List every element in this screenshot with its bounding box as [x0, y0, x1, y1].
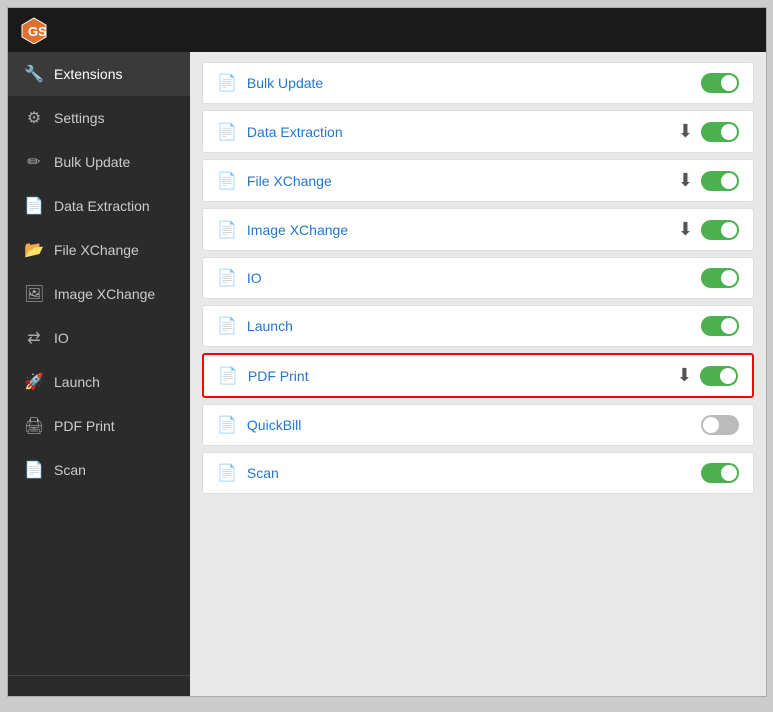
doc-icon-io: 📄	[217, 268, 237, 288]
doc-icon-file-xchange: 📄	[217, 171, 237, 191]
toggle-data-extraction[interactable]	[701, 122, 739, 142]
sidebar-label-file-xchange: File XChange	[54, 242, 139, 258]
sidebar-label-scan: Scan	[54, 462, 86, 478]
ext-row-bulk-update: 📄 Bulk Update	[202, 62, 754, 104]
sidebar-item-image-xchange[interactable]: 🖼 Image XChange	[8, 272, 190, 316]
doc-icon-launch: 📄	[217, 316, 237, 336]
extensions-icon: 🔧	[24, 64, 44, 84]
download-icon-pdf-print[interactable]: ⬇	[677, 365, 692, 386]
toggle-knob-image-xchange	[721, 222, 737, 238]
svg-text:GS: GS	[28, 24, 47, 39]
ext-label-bulk-update[interactable]: Bulk Update	[247, 75, 691, 91]
main-content: 📄 Bulk Update 📄 Data Extraction ⬇ 📄 File XChan…	[190, 52, 766, 696]
ext-row-file-xchange: 📄 File XChange ⬇	[202, 159, 754, 202]
doc-icon-pdf-print: 📄	[218, 366, 238, 386]
doc-icon-data-extraction: 📄	[217, 122, 237, 142]
ext-actions-quickbill	[701, 415, 739, 435]
doc-icon-bulk-update: 📄	[217, 73, 237, 93]
ext-label-pdf-print[interactable]: PDF Print	[248, 368, 667, 384]
ext-actions-pdf-print: ⬇	[677, 365, 738, 386]
download-icon-image-xchange[interactable]: ⬇	[678, 219, 693, 240]
toggle-quickbill[interactable]	[701, 415, 739, 435]
ext-actions-io	[701, 268, 739, 288]
sidebar-item-pdf-print[interactable]: 🖨 PDF Print	[8, 404, 190, 448]
toggle-knob-io	[721, 270, 737, 286]
file-xchange-icon: 📂	[24, 240, 44, 260]
sidebar-label-bulk-update: Bulk Update	[54, 154, 130, 170]
sidebar: 🔧 Extensions ⚙ Settings ✏ Bulk Update 📄 Data Ex…	[8, 52, 190, 696]
ext-label-io[interactable]: IO	[247, 270, 691, 286]
toggle-image-xchange[interactable]	[701, 220, 739, 240]
sidebar-item-io[interactable]: ⇄ IO	[8, 316, 190, 360]
body: 🔧 Extensions ⚙ Settings ✏ Bulk Update 📄 Data Ex…	[8, 52, 766, 696]
launch-icon: 🚀	[24, 372, 44, 392]
ext-row-image-xchange: 📄 Image XChange ⬇	[202, 208, 754, 251]
toggle-launch[interactable]	[701, 316, 739, 336]
sidebar-item-settings[interactable]: ⚙ Settings	[8, 96, 190, 140]
toggle-knob-scan	[721, 465, 737, 481]
toggle-knob-quickbill	[703, 417, 719, 433]
toggle-io[interactable]	[701, 268, 739, 288]
sidebar-label-pdf-print: PDF Print	[54, 418, 115, 434]
scan-icon: 📄	[24, 460, 44, 480]
sidebar-label-settings: Settings	[54, 110, 105, 126]
sidebar-label-io: IO	[54, 330, 69, 346]
header: GS	[8, 8, 766, 52]
ext-actions-launch	[701, 316, 739, 336]
sidebar-item-scan[interactable]: 📄 Scan	[8, 448, 190, 492]
ext-actions-data-extraction: ⬇	[678, 121, 739, 142]
sidebar-item-extensions[interactable]: 🔧 Extensions	[8, 52, 190, 96]
sidebar-label-launch: Launch	[54, 374, 100, 390]
doc-icon-image-xchange: 📄	[217, 220, 237, 240]
pdf-print-icon: 🖨	[24, 416, 44, 436]
ext-row-quickbill: 📄 QuickBill	[202, 404, 754, 446]
ext-actions-scan	[701, 463, 739, 483]
toggle-bulk-update[interactable]	[701, 73, 739, 93]
doc-icon-scan: 📄	[217, 463, 237, 483]
doc-icon-quickbill: 📄	[217, 415, 237, 435]
ext-label-scan[interactable]: Scan	[247, 465, 691, 481]
sidebar-item-launch[interactable]: 🚀 Launch	[8, 360, 190, 404]
toggle-knob-data-extraction	[721, 124, 737, 140]
ext-row-pdf-print: 📄 PDF Print ⬇	[202, 353, 754, 398]
ext-actions-bulk-update	[701, 73, 739, 93]
app-container: GS 🔧 Extensions ⚙ Settings ✏ Bulk Update 📄 Data…	[7, 7, 767, 697]
ext-row-launch: 📄 Launch	[202, 305, 754, 347]
ext-label-image-xchange[interactable]: Image XChange	[247, 222, 668, 238]
toggle-knob-file-xchange	[721, 173, 737, 189]
ext-label-data-extraction[interactable]: Data Extraction	[247, 124, 668, 140]
sidebar-item-bulk-update[interactable]: ✏ Bulk Update	[8, 140, 190, 184]
toggle-knob-bulk-update	[721, 75, 737, 91]
toggle-knob-launch	[721, 318, 737, 334]
toggle-knob-pdf-print	[720, 368, 736, 384]
ext-label-file-xchange[interactable]: File XChange	[247, 173, 668, 189]
sidebar-label-image-xchange: Image XChange	[54, 286, 155, 302]
ext-actions-image-xchange: ⬇	[678, 219, 739, 240]
logo-icon: GS	[20, 16, 48, 44]
data-extraction-icon: 📄	[24, 196, 44, 216]
toggle-pdf-print[interactable]	[700, 366, 738, 386]
image-xchange-icon: 🖼	[24, 284, 44, 304]
ext-label-launch[interactable]: Launch	[247, 318, 691, 334]
sidebar-label-extensions: Extensions	[54, 66, 122, 82]
ext-label-quickbill[interactable]: QuickBill	[247, 417, 691, 433]
sidebar-item-data-extraction[interactable]: 📄 Data Extraction	[8, 184, 190, 228]
sidebar-item-file-xchange[interactable]: 📂 File XChange	[8, 228, 190, 272]
sidebar-label-data-extraction: Data Extraction	[54, 198, 150, 214]
ext-actions-file-xchange: ⬇	[678, 170, 739, 191]
download-icon-data-extraction[interactable]: ⬇	[678, 121, 693, 142]
bulk-update-icon: ✏	[24, 152, 44, 172]
ext-row-data-extraction: 📄 Data Extraction ⬇	[202, 110, 754, 153]
io-icon: ⇄	[24, 328, 44, 348]
toggle-file-xchange[interactable]	[701, 171, 739, 191]
settings-icon: ⚙	[24, 108, 44, 128]
download-icon-file-xchange[interactable]: ⬇	[678, 170, 693, 191]
ext-row-scan: 📄 Scan	[202, 452, 754, 494]
toggle-scan[interactable]	[701, 463, 739, 483]
ext-row-io: 📄 IO	[202, 257, 754, 299]
sidebar-collapse-button[interactable]	[8, 675, 190, 696]
header-left: GS	[20, 16, 58, 44]
